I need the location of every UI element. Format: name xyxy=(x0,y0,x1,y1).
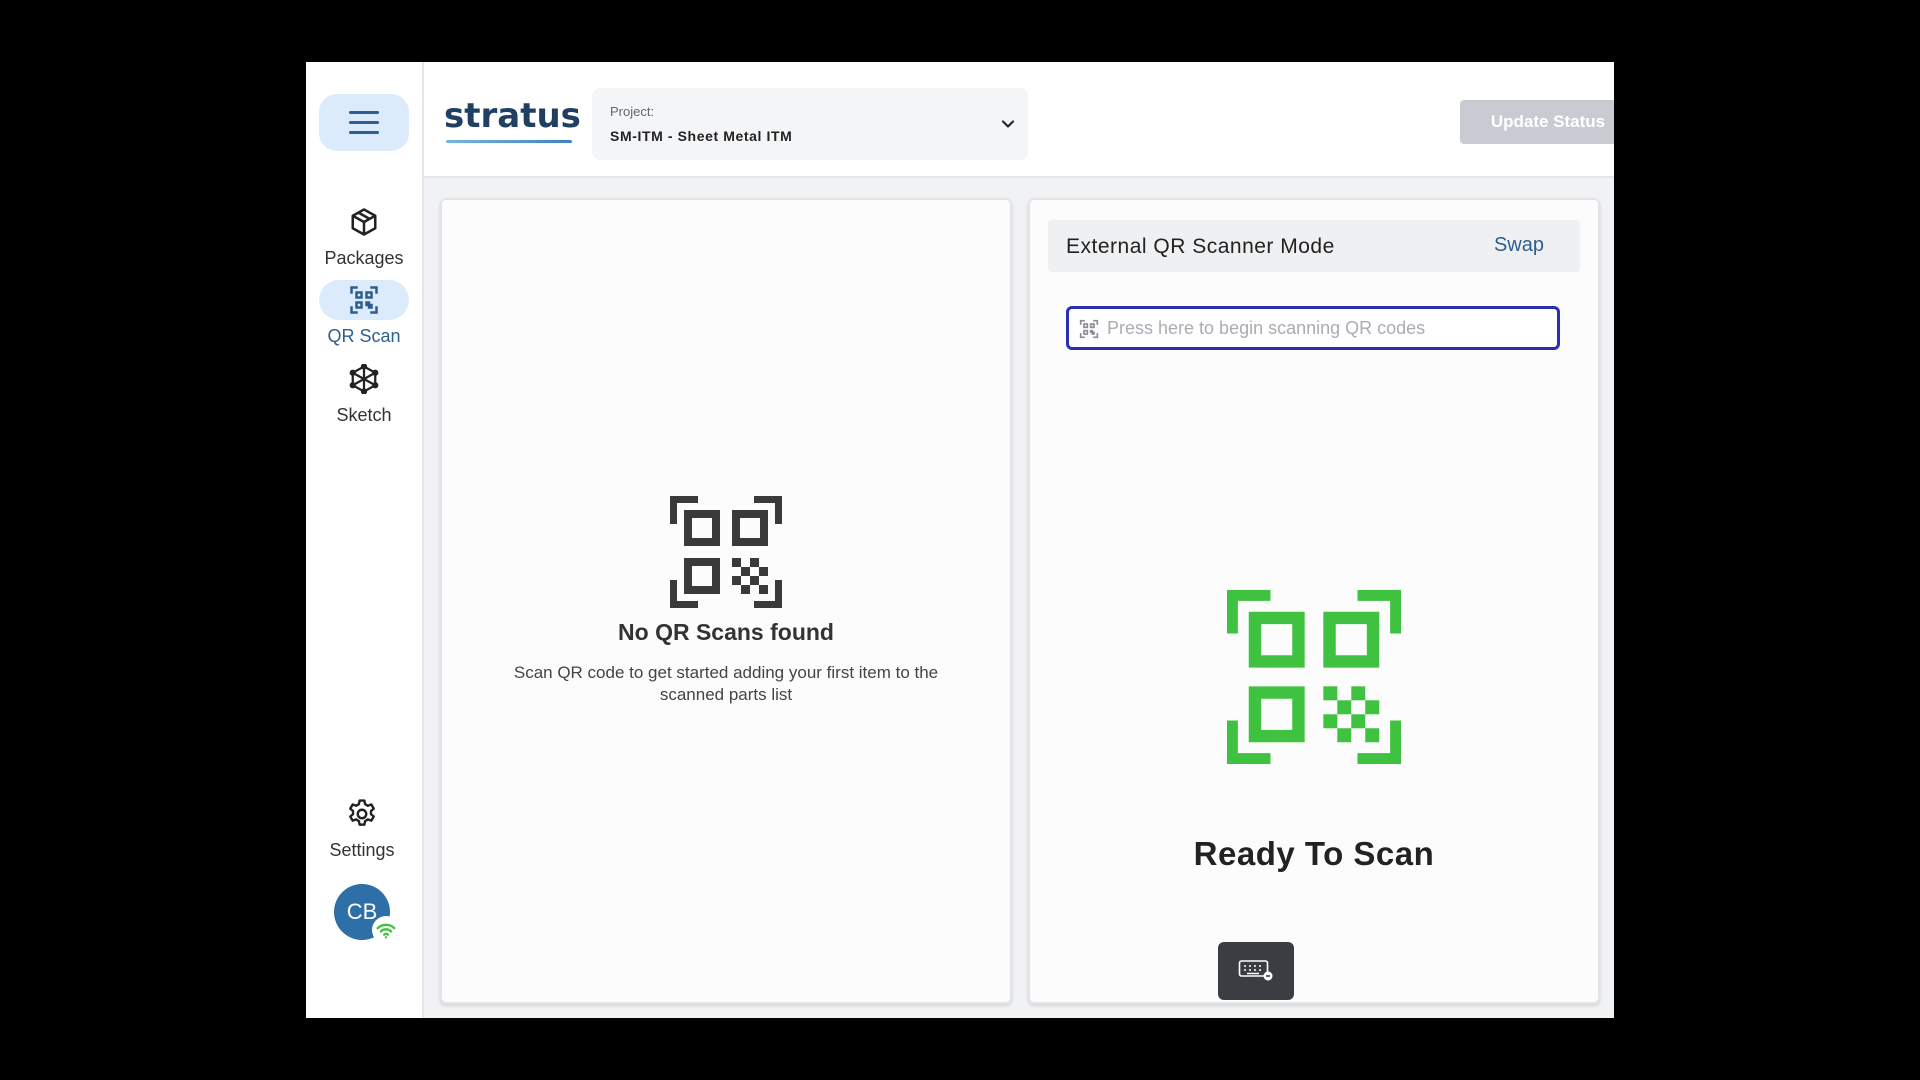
scan-input-field[interactable] xyxy=(1066,306,1560,350)
hamburger-line xyxy=(349,121,379,124)
settings-label: Settings xyxy=(329,840,395,860)
swap-button[interactable]: Swap xyxy=(1494,234,1544,257)
qr-scan-icon xyxy=(319,280,409,320)
empty-title: No QR Scans found xyxy=(618,619,834,645)
empty-state: No QR Scans found Scan QR code to get st… xyxy=(442,496,1010,706)
sidebar-item-packages[interactable]: Packages xyxy=(319,202,409,278)
hamburger-line xyxy=(349,111,379,114)
scanner-panel: External QR Scanner Mode Swap Press here… xyxy=(1028,198,1600,1004)
app-window: Packages QR Scan Sketch Settings CB stra… xyxy=(306,62,1614,1018)
sidebar-item-label: QR Scan xyxy=(327,326,401,346)
chevron-down-icon xyxy=(998,114,1018,139)
update-status-button[interactable]: Update Status xyxy=(1460,100,1614,144)
sidebar-item-qr-scan[interactable]: QR Scan xyxy=(319,280,409,356)
logo: stratus xyxy=(444,96,581,136)
keyboard-icon xyxy=(1238,958,1274,985)
sidebar-item-sketch[interactable]: Sketch xyxy=(319,359,409,435)
scanned-parts-panel: No QR Scans found Scan QR code to get st… xyxy=(440,198,1012,1004)
project-select[interactable]: Project: SM-ITM - Sheet Metal ITM xyxy=(592,88,1028,160)
scan-input[interactable] xyxy=(1107,309,1553,347)
package-icon xyxy=(319,202,409,242)
main-content: No QR Scans found Scan QR code to get st… xyxy=(424,178,1614,1018)
project-value: SM-ITM - Sheet Metal ITM xyxy=(610,128,793,144)
project-label: Project: xyxy=(610,104,655,119)
sketch-icon xyxy=(319,359,409,399)
keyboard-toggle-button[interactable] xyxy=(1218,942,1294,1000)
ready-to-scan-label: Ready To Scan xyxy=(1193,835,1435,872)
sidebar-item-label: Sketch xyxy=(336,405,392,425)
sidebar-item-label: Packages xyxy=(324,248,404,268)
qr-code-icon xyxy=(670,496,782,613)
header: stratus Project: SM-ITM - Sheet Metal IT… xyxy=(424,62,1614,178)
scanner-mode-bar: External QR Scanner Mode Swap xyxy=(1048,220,1580,272)
sidebar: Packages QR Scan Sketch Settings CB xyxy=(306,62,424,1018)
menu-button[interactable] xyxy=(319,94,409,151)
avatar-initials: CB xyxy=(346,899,378,924)
qr-scan-icon xyxy=(1079,319,1099,344)
wifi-icon xyxy=(372,916,400,944)
empty-description: Scan QR code to get started adding your … xyxy=(513,663,939,704)
sidebar-item-settings[interactable]: Settings xyxy=(317,794,407,870)
qr-code-icon xyxy=(1227,590,1401,769)
logo-accent xyxy=(446,140,572,143)
ready-state: Ready To Scan xyxy=(1030,590,1598,873)
gear-icon xyxy=(317,794,407,834)
scanner-mode-title: External QR Scanner Mode xyxy=(1066,235,1335,258)
hamburger-line xyxy=(349,131,379,134)
